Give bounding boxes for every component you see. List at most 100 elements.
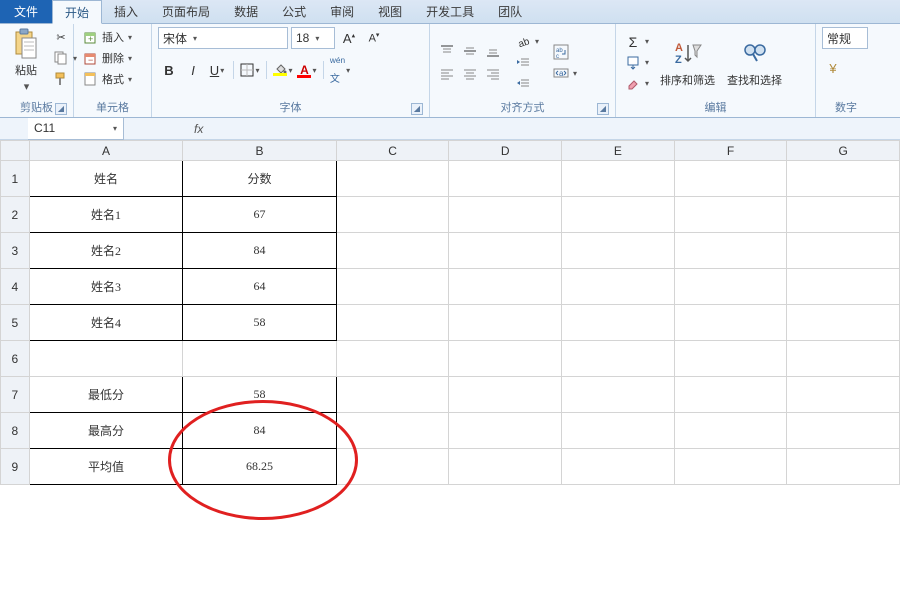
cell-A2[interactable]: 姓名1: [29, 197, 183, 233]
bold-button[interactable]: B: [158, 59, 180, 81]
cell-C1[interactable]: [336, 161, 449, 197]
row-header-4[interactable]: 4: [1, 269, 30, 305]
tab-data[interactable]: 数据: [222, 0, 270, 23]
paste-button[interactable]: 粘贴 ▾: [6, 27, 46, 93]
col-header-D[interactable]: D: [449, 141, 562, 161]
col-header-E[interactable]: E: [562, 141, 675, 161]
borders-button[interactable]: ▾: [239, 59, 261, 81]
cell-E3[interactable]: [562, 233, 675, 269]
cell-F1[interactable]: [674, 161, 787, 197]
cell-B3[interactable]: 84: [183, 233, 337, 269]
insert-cells-button[interactable]: +插入▾: [80, 27, 145, 47]
cell-A8[interactable]: 最高分: [29, 413, 183, 449]
cell-A3[interactable]: 姓名2: [29, 233, 183, 269]
tab-page-layout[interactable]: 页面布局: [150, 0, 222, 23]
cell-G9[interactable]: [787, 449, 900, 485]
cell-A6[interactable]: [29, 341, 183, 377]
cell-F7[interactable]: [674, 377, 787, 413]
fx-icon[interactable]: fx: [194, 122, 203, 136]
font-name-combo[interactable]: 宋体▾: [158, 27, 288, 49]
cell-D4[interactable]: [449, 269, 562, 305]
cell-B8[interactable]: 84: [183, 413, 337, 449]
decrease-indent-button[interactable]: [512, 53, 542, 73]
cell-D9[interactable]: [449, 449, 562, 485]
cell-B9[interactable]: 68.25: [183, 449, 337, 485]
tab-home[interactable]: 开始: [52, 0, 102, 24]
cell-E5[interactable]: [562, 305, 675, 341]
cell-D8[interactable]: [449, 413, 562, 449]
cell-E7[interactable]: [562, 377, 675, 413]
cell-F4[interactable]: [674, 269, 787, 305]
cell-C3[interactable]: [336, 233, 449, 269]
row-header-5[interactable]: 5: [1, 305, 30, 341]
align-right-button[interactable]: [482, 63, 504, 85]
cell-A1[interactable]: 姓名: [29, 161, 183, 197]
cell-A4[interactable]: 姓名3: [29, 269, 183, 305]
cell-E2[interactable]: [562, 197, 675, 233]
cell-G1[interactable]: [787, 161, 900, 197]
row-header-9[interactable]: 9: [1, 449, 30, 485]
grow-font-button[interactable]: A▴: [338, 27, 360, 49]
row-header-6[interactable]: 6: [1, 341, 30, 377]
format-cells-button[interactable]: 格式▾: [80, 69, 145, 89]
cell-F3[interactable]: [674, 233, 787, 269]
file-tab[interactable]: 文件: [0, 0, 52, 23]
col-header-B[interactable]: B: [183, 141, 337, 161]
wrap-text-button[interactable]: abc: [550, 42, 580, 62]
tab-review[interactable]: 审阅: [318, 0, 366, 23]
orientation-button[interactable]: ab▾: [512, 32, 542, 52]
cell-B7[interactable]: 58: [183, 377, 337, 413]
row-header-2[interactable]: 2: [1, 197, 30, 233]
italic-button[interactable]: I: [182, 59, 204, 81]
cell-D3[interactable]: [449, 233, 562, 269]
cell-B1[interactable]: 分数: [183, 161, 337, 197]
cell-E6[interactable]: [562, 341, 675, 377]
align-center-button[interactable]: [459, 63, 481, 85]
cell-F8[interactable]: [674, 413, 787, 449]
tab-formulas[interactable]: 公式: [270, 0, 318, 23]
fill-color-button[interactable]: ▾: [272, 59, 294, 81]
cell-D5[interactable]: [449, 305, 562, 341]
cell-G5[interactable]: [787, 305, 900, 341]
cell-A5[interactable]: 姓名4: [29, 305, 183, 341]
align-top-button[interactable]: [436, 40, 458, 62]
shrink-font-button[interactable]: A▾: [363, 27, 385, 49]
cell-F9[interactable]: [674, 449, 787, 485]
delete-cells-button[interactable]: −删除▾: [80, 48, 145, 68]
col-header-C[interactable]: C: [336, 141, 449, 161]
cell-D6[interactable]: [449, 341, 562, 377]
find-select-button[interactable]: 查找和选择: [723, 32, 786, 94]
underline-button[interactable]: U▾: [206, 59, 228, 81]
cell-C8[interactable]: [336, 413, 449, 449]
font-color-button[interactable]: A▾: [296, 59, 318, 81]
cell-G7[interactable]: [787, 377, 900, 413]
cell-B4[interactable]: 64: [183, 269, 337, 305]
clear-button[interactable]: ▾: [622, 74, 652, 94]
grid[interactable]: A B C D E F G 1 姓名 分数 2 姓名1 67 3 姓名2 84 …: [0, 140, 900, 485]
fill-button[interactable]: ▾: [622, 53, 652, 73]
cell-C4[interactable]: [336, 269, 449, 305]
cell-F6[interactable]: [674, 341, 787, 377]
dialog-launcher-icon[interactable]: ◢: [411, 103, 423, 115]
sort-filter-button[interactable]: AZ 排序和筛选: [656, 32, 719, 94]
cell-G6[interactable]: [787, 341, 900, 377]
cell-B5[interactable]: 58: [183, 305, 337, 341]
cell-D7[interactable]: [449, 377, 562, 413]
row-header-3[interactable]: 3: [1, 233, 30, 269]
accounting-format-button[interactable]: ¥: [822, 57, 844, 79]
merge-center-button[interactable]: a▾: [550, 63, 580, 83]
align-left-button[interactable]: [436, 63, 458, 85]
increase-indent-button[interactable]: [512, 74, 542, 94]
cell-C2[interactable]: [336, 197, 449, 233]
cell-E1[interactable]: [562, 161, 675, 197]
row-header-7[interactable]: 7: [1, 377, 30, 413]
cell-A7[interactable]: 最低分: [29, 377, 183, 413]
cell-C7[interactable]: [336, 377, 449, 413]
cell-D2[interactable]: [449, 197, 562, 233]
cell-F2[interactable]: [674, 197, 787, 233]
align-bottom-button[interactable]: [482, 40, 504, 62]
cell-G4[interactable]: [787, 269, 900, 305]
col-header-G[interactable]: G: [787, 141, 900, 161]
cell-E4[interactable]: [562, 269, 675, 305]
tab-view[interactable]: 视图: [366, 0, 414, 23]
